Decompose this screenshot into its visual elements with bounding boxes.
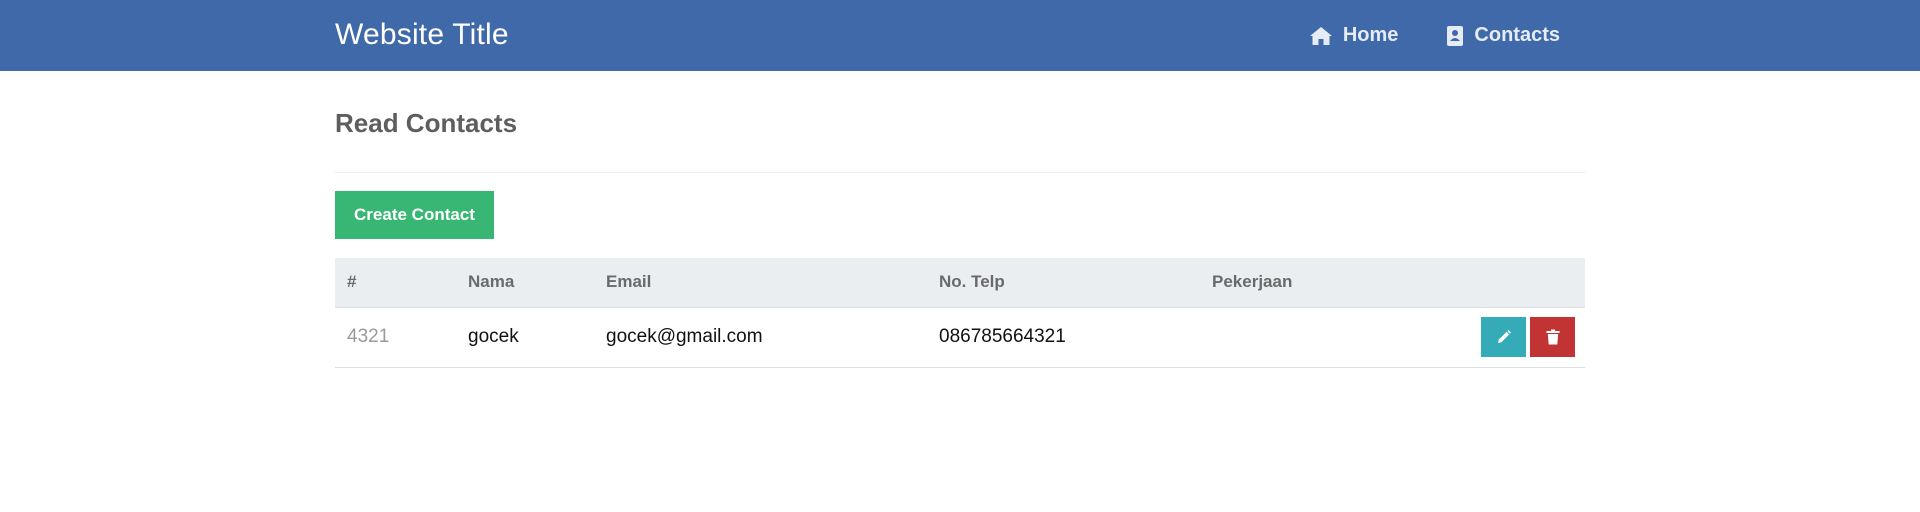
cell-telp: 086785664321 [939,326,1066,347]
column-header-pekerjaan: Pekerjaan [1212,272,1293,292]
address-book-icon [1446,25,1464,47]
column-header-nama: Nama [468,272,515,292]
navbar-container: Website Title Home Contacts [335,0,1585,71]
cell-email: gocek@gmail.com [606,326,763,347]
column-header-email: Email [606,272,652,292]
cell-id: 4321 [347,326,390,347]
home-icon [1309,26,1333,46]
nav-home-label: Home [1342,24,1399,46]
cell-actions [1462,307,1585,367]
table-header-row: # Nama Email No. Telp Pekerjaan [335,258,1585,307]
cell-nama: gocek [468,326,519,347]
nav-contacts-label: Contacts [1474,24,1560,46]
site-title[interactable]: Website Title [335,18,509,52]
nav-home-link[interactable]: Home [1309,24,1399,47]
column-header-id: # [347,272,357,292]
table-row: 4321 gocek gocek@gmail.com 086785664321 [335,307,1585,367]
edit-button[interactable] [1481,317,1526,357]
column-header-telp: No. Telp [939,272,1005,292]
create-contact-button[interactable]: Create Contact [335,191,494,239]
page-title: Read Contacts [335,108,518,138]
top-navbar: Website Title Home Contacts [0,0,1920,71]
divider [335,172,1585,173]
cell-pekerjaan [1212,307,1462,367]
column-header-actions [1462,258,1585,307]
nav-links: Home Contacts [1309,0,1560,71]
contacts-table: # Nama Email No. Telp Pekerjaan 4321 goc… [335,258,1585,368]
nav-contacts-link[interactable]: Contacts [1446,24,1560,47]
delete-button[interactable] [1530,317,1575,357]
